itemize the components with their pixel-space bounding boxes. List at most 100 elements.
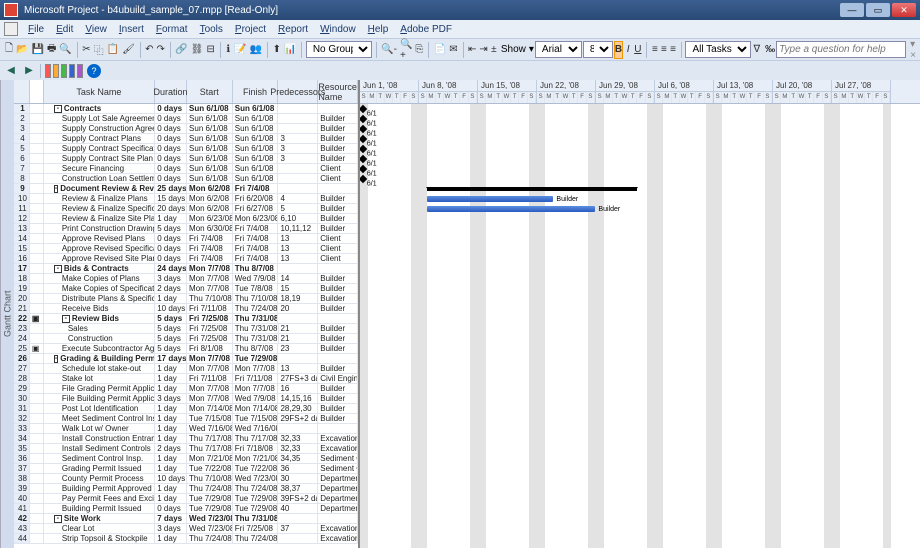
menu-adobe-pdf[interactable]: Adobe PDF bbox=[394, 24, 458, 35]
table-row[interactable]: 16Approve Revised Site Plan0 daysFri 7/4… bbox=[14, 254, 358, 264]
split-icon[interactable]: ⊟ bbox=[205, 41, 215, 59]
publish-icon[interactable]: ⬆ bbox=[272, 41, 282, 59]
menu-report[interactable]: Report bbox=[272, 24, 314, 35]
paste-icon[interactable]: 📋 bbox=[106, 41, 120, 59]
col-header-row[interactable] bbox=[14, 80, 30, 103]
col-header-resourcename[interactable]: Resource Name bbox=[318, 80, 358, 103]
maximize-button[interactable]: ▭ bbox=[866, 3, 890, 17]
forward-icon[interactable]: ▶ bbox=[22, 64, 36, 78]
print-icon[interactable]: 🖶 bbox=[46, 41, 57, 59]
bold-button[interactable]: B bbox=[614, 41, 623, 59]
notes-icon[interactable]: 📝 bbox=[233, 41, 247, 59]
task-bar[interactable]: Builder bbox=[427, 196, 553, 202]
autofilter-icon[interactable]: ∇ bbox=[752, 41, 761, 59]
table-row[interactable]: 39Building Permit Approved1 dayThu 7/24/… bbox=[14, 484, 358, 494]
unlink-icon[interactable]: ⛓ bbox=[190, 41, 205, 59]
milestone[interactable]: 6/1 bbox=[360, 165, 367, 173]
copy-icon[interactable]: ⿻ bbox=[93, 41, 105, 59]
report-icon[interactable]: 📊 bbox=[283, 41, 297, 59]
table-row[interactable]: 1-Contracts0 daysSun 6/1/08Sun 6/1/08 bbox=[14, 104, 358, 114]
undo-icon[interactable]: ↶ bbox=[144, 41, 154, 59]
table-row[interactable]: 28Stake lot1 dayFri 7/11/08Fri 7/11/0827… bbox=[14, 374, 358, 384]
menu-edit[interactable]: Edit bbox=[50, 24, 79, 35]
table-row[interactable]: 27Schedule lot stake-out1 dayMon 7/7/08M… bbox=[14, 364, 358, 374]
redo-icon[interactable]: ↷ bbox=[156, 41, 166, 59]
font-name-select[interactable]: Arial bbox=[535, 41, 582, 58]
summary-bar[interactable] bbox=[427, 187, 637, 191]
table-row[interactable]: 18Make Copies of Plans3 daysMon 7/7/08We… bbox=[14, 274, 358, 284]
table-row[interactable]: 33Walk Lot w/ Owner1 dayWed 7/16/08Wed 7… bbox=[14, 424, 358, 434]
close-button[interactable]: ✕ bbox=[892, 3, 916, 17]
table-row[interactable]: 5Supply Contract Specifications0 daysSun… bbox=[14, 144, 358, 154]
table-row[interactable]: 25▣Execute Subcontractor Agreements5 day… bbox=[14, 344, 358, 354]
open-icon[interactable]: 📂 bbox=[15, 41, 29, 59]
show-hide-icon[interactable]: ± bbox=[490, 41, 498, 59]
milestone[interactable]: 6/1 bbox=[360, 115, 367, 123]
save-icon[interactable]: 💾 bbox=[31, 41, 45, 59]
table-row[interactable]: 38County Permit Process10 daysThu 7/10/0… bbox=[14, 474, 358, 484]
zoom-out-icon[interactable]: 🔍- bbox=[380, 41, 398, 59]
menu-format[interactable]: Format bbox=[150, 24, 194, 35]
align-left-icon[interactable]: ≡ bbox=[651, 41, 659, 59]
italic-button[interactable]: I bbox=[624, 41, 632, 59]
milestone[interactable]: 6/1 bbox=[360, 155, 367, 163]
col-header-start[interactable]: Start bbox=[187, 80, 233, 103]
milestone[interactable]: 6/1 bbox=[360, 105, 367, 113]
menu-help[interactable]: Help bbox=[362, 24, 395, 35]
table-row[interactable]: 14Approve Revised Plans0 daysFri 7/4/08F… bbox=[14, 234, 358, 244]
table-row[interactable]: 10Review & Finalize Plans15 daysMon 6/2/… bbox=[14, 194, 358, 204]
gantt-timescale[interactable]: Jun 1, '08SMTWTFSJun 8, '08SMTWTFSJun 15… bbox=[360, 80, 920, 104]
table-row[interactable]: 17-Bids & Contracts24 daysMon 7/7/08Thu … bbox=[14, 264, 358, 274]
table-row[interactable]: 43Clear Lot3 daysWed 7/23/08Fri 7/25/083… bbox=[14, 524, 358, 534]
milestone[interactable]: 6/1 bbox=[360, 175, 367, 183]
back-icon[interactable]: ◀ bbox=[4, 64, 18, 78]
font-size-select[interactable]: 8 bbox=[583, 41, 613, 58]
table-row[interactable]: 12Review & Finalize Site Plan1 dayMon 6/… bbox=[14, 214, 358, 224]
col-header-duration[interactable]: Duration bbox=[155, 80, 187, 103]
link-icon[interactable]: 🔗 bbox=[174, 41, 188, 59]
task-bar[interactable]: Builder bbox=[427, 206, 595, 212]
assign-icon[interactable]: 👥 bbox=[249, 41, 263, 59]
col-header-taskname[interactable]: Task Name bbox=[44, 80, 155, 103]
outdent-icon[interactable]: ⇤ bbox=[467, 41, 477, 59]
table-row[interactable]: 30File Building Permit Application3 days… bbox=[14, 394, 358, 404]
menu-tools[interactable]: Tools bbox=[194, 24, 229, 35]
table-row[interactable]: 42-Site Work7 daysWed 7/23/08Thu 7/31/08 bbox=[14, 514, 358, 524]
table-row[interactable]: 22▣-Review Bids5 daysFri 7/25/08Thu 7/31… bbox=[14, 314, 358, 324]
filter-select[interactable]: All Tasks bbox=[685, 41, 751, 58]
format-painter-icon[interactable]: 🖌 bbox=[121, 41, 136, 59]
table-row[interactable]: 40Pay Permit Fees and Excise Taxes1 dayT… bbox=[14, 494, 358, 504]
zoom-in-icon[interactable]: 🔍+ bbox=[399, 41, 413, 59]
table-row[interactable]: 31Post Lot Identification1 dayMon 7/14/0… bbox=[14, 404, 358, 414]
table-row[interactable]: 44Strip Topsoil & Stockpile1 dayThu 7/24… bbox=[14, 534, 358, 544]
table-row[interactable]: 11Review & Finalize Specifications20 day… bbox=[14, 204, 358, 214]
app-menu-icon[interactable] bbox=[4, 22, 18, 36]
help-search-input[interactable] bbox=[776, 41, 906, 58]
indent-icon[interactable]: ⇥ bbox=[478, 41, 488, 59]
info-icon[interactable]: ℹ bbox=[224, 41, 232, 59]
print-preview-icon[interactable]: 🔍 bbox=[58, 41, 72, 59]
menu-window[interactable]: Window bbox=[314, 24, 362, 35]
table-row[interactable]: 9-Document Review & Revision25 daysMon 6… bbox=[14, 184, 358, 194]
new-icon[interactable]: 🗋 bbox=[4, 41, 14, 59]
minimize-button[interactable]: — bbox=[840, 3, 864, 17]
table-row[interactable]: 34Install Construction Entrance1 dayThu … bbox=[14, 434, 358, 444]
table-row[interactable]: 7Secure Financing0 daysSun 6/1/08Sun 6/1… bbox=[14, 164, 358, 174]
col-header-indicator[interactable] bbox=[30, 80, 44, 103]
table-row[interactable]: 29File Grading Permit Application1 dayMo… bbox=[14, 384, 358, 394]
table-row[interactable]: 24Construction5 daysFri 7/25/08Thu 7/31/… bbox=[14, 334, 358, 344]
table-row[interactable]: 15Approve Revised Specifications0 daysFr… bbox=[14, 244, 358, 254]
table-row[interactable]: 13Print Construction Drawings5 daysMon 6… bbox=[14, 224, 358, 234]
milestone[interactable]: 6/1 bbox=[360, 145, 367, 153]
gantt-body[interactable]: 6/16/16/16/16/16/16/16/1BuilderBuilderBu… bbox=[360, 104, 920, 548]
table-row[interactable]: 20Distribute Plans & Specifications1 day… bbox=[14, 294, 358, 304]
table-row[interactable]: 19Make Copies of Specifications2 daysMon… bbox=[14, 284, 358, 294]
menu-insert[interactable]: Insert bbox=[113, 24, 150, 35]
table-row[interactable]: 35Install Sediment Controls2 daysThu 7/1… bbox=[14, 444, 358, 454]
table-row[interactable]: 6Supply Contract Site Plan0 daysSun 6/1/… bbox=[14, 154, 358, 164]
table-row[interactable]: 8Construction Loan Settlement0 daysSun 6… bbox=[14, 174, 358, 184]
align-center-icon[interactable]: ≡ bbox=[660, 41, 668, 59]
col-header-predecessors[interactable]: Predecessors bbox=[278, 80, 318, 103]
table-row[interactable]: 36Sediment Control Insp.1 dayMon 7/21/08… bbox=[14, 454, 358, 464]
table-row[interactable]: 32Meet Sediment Control Inspector1 dayTu… bbox=[14, 414, 358, 424]
